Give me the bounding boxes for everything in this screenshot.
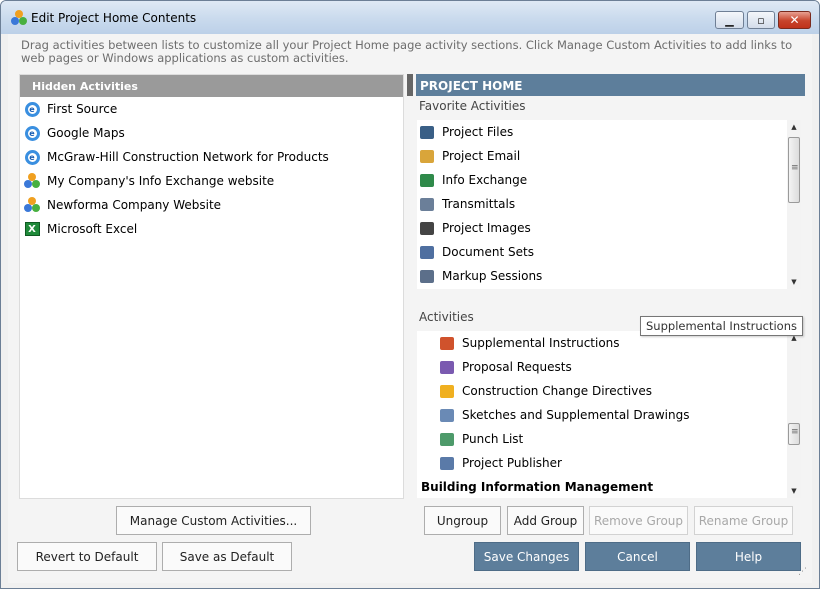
list-item-label: Punch List	[462, 432, 524, 446]
hidden-activity-item[interactable]: e McGraw-Hill Construction Network for Pr…	[20, 145, 403, 169]
excel-icon: X	[24, 221, 40, 237]
newforma-logo-icon	[24, 197, 40, 213]
minimize-icon: ▁	[725, 13, 734, 27]
resize-grip-icon[interactable]: ⋰	[798, 568, 810, 581]
activities-label: Activities	[419, 310, 474, 324]
hidden-activity-item[interactable]: Newforma Company Website	[20, 193, 403, 217]
hidden-activities-header: Hidden Activities	[20, 75, 403, 97]
newforma-logo-icon	[24, 173, 40, 189]
panel-splitter[interactable]	[407, 74, 413, 96]
folder-icon	[419, 124, 435, 140]
help-button[interactable]: Help	[696, 542, 801, 571]
supplemental-instructions-icon	[439, 335, 455, 351]
activity-item[interactable]: Sketches and Supplemental Drawings	[417, 403, 801, 427]
sketches-icon	[439, 407, 455, 423]
scroll-thumb[interactable]	[788, 423, 800, 445]
hidden-activity-item[interactable]: e First Source	[20, 97, 403, 121]
manage-custom-activities-button[interactable]: Manage Custom Activities...	[116, 506, 311, 535]
camera-icon	[419, 220, 435, 236]
favorite-activity-item[interactable]: Transmittals	[417, 192, 801, 216]
list-item-label: First Source	[47, 102, 118, 116]
dialog-content: Drag activities between lists to customi…	[8, 34, 812, 583]
list-item-label: Sketches and Supplemental Drawings	[462, 408, 690, 422]
favorite-activity-item[interactable]: Markup Sessions	[417, 264, 801, 288]
maximize-button[interactable]: ▫	[747, 11, 775, 29]
list-item-label: Transmittals	[442, 197, 516, 211]
activity-item[interactable]: Construction Change Directives	[417, 379, 801, 403]
favorite-activity-item[interactable]: Info Exchange	[417, 168, 801, 192]
internet-explorer-icon: e	[24, 149, 40, 165]
list-item-label: Project Files	[442, 125, 514, 139]
add-group-button[interactable]: Add Group	[507, 506, 584, 535]
close-button[interactable]: ✕	[778, 11, 811, 29]
minimize-button[interactable]: ▁	[715, 11, 744, 29]
publisher-icon	[439, 455, 455, 471]
hidden-activities-panel[interactable]: Hidden Activities e First Source e Google M…	[19, 74, 404, 499]
save-changes-button[interactable]: Save Changes	[474, 542, 579, 571]
favorite-activity-item[interactable]: Document Sets	[417, 240, 801, 264]
list-item-label: Project Images	[442, 221, 531, 235]
favorites-scrollbar[interactable]: ▲ ▼	[787, 120, 801, 289]
list-item-label: Google Maps	[47, 126, 125, 140]
list-item-label: Markup Sessions	[442, 269, 543, 283]
project-home-header: PROJECT HOME	[416, 74, 805, 96]
document-sets-icon	[419, 244, 435, 260]
save-as-default-button[interactable]: Save as Default	[162, 542, 292, 571]
cancel-button[interactable]: Cancel	[585, 542, 690, 571]
favorite-activities-label: Favorite Activities	[419, 99, 526, 113]
tooltip: Supplemental Instructions	[640, 316, 803, 336]
hard-hat-icon	[439, 383, 455, 399]
scroll-down-icon[interactable]: ▼	[787, 275, 801, 289]
hidden-activity-item[interactable]: My Company's Info Exchange website	[20, 169, 403, 193]
activities-list[interactable]: Supplemental Instructions Proposal Reques…	[417, 331, 801, 498]
group-heading-bim[interactable]: Building Information Management	[417, 475, 801, 498]
list-item-label: McGraw-Hill Construction Network for Pro…	[47, 150, 329, 164]
list-item-label: Project Publisher	[462, 456, 562, 470]
activity-item[interactable]: Proposal Requests	[417, 355, 801, 379]
title-bar[interactable]: Edit Project Home Contents ▁ ▫ ✕	[1, 1, 819, 34]
window-title: Edit Project Home Contents	[31, 11, 197, 25]
punch-list-icon	[439, 431, 455, 447]
favorite-activity-item[interactable]: Project Images	[417, 216, 801, 240]
scroll-up-icon[interactable]: ▲	[787, 120, 801, 134]
remove-group-button[interactable]: Remove Group	[589, 506, 688, 535]
hidden-activity-item[interactable]: X Microsoft Excel	[20, 217, 403, 241]
hidden-activities-list: e First Source e Google Maps e McGraw-Hill Co…	[20, 97, 403, 241]
activities-scrollbar[interactable]: ▲ ▼	[787, 331, 801, 498]
activity-item[interactable]: Project Publisher	[417, 451, 801, 475]
list-item-label: Microsoft Excel	[47, 222, 138, 236]
list-item-label: My Company's Info Exchange website	[47, 174, 275, 188]
list-item-label: Supplemental Instructions	[462, 336, 620, 350]
close-icon: ✕	[789, 13, 800, 27]
hidden-activity-item[interactable]: e Google Maps	[20, 121, 403, 145]
proposal-requests-icon	[439, 359, 455, 375]
email-icon	[419, 148, 435, 164]
list-item-label: Document Sets	[442, 245, 534, 259]
favorite-activity-item[interactable]: Project Files	[417, 120, 801, 144]
transmittal-icon	[419, 196, 435, 212]
internet-explorer-icon: e	[24, 125, 40, 141]
favorite-activities-list[interactable]: Project Files Project Email Info Exchange T…	[417, 120, 801, 289]
list-item-label: Newforma Company Website	[47, 198, 222, 212]
list-item-label: Info Exchange	[442, 173, 528, 187]
revert-to-default-button[interactable]: Revert to Default	[17, 542, 157, 571]
satellite-icon	[419, 172, 435, 188]
markup-icon	[419, 268, 435, 284]
favorite-activity-item[interactable]: Project Email	[417, 144, 801, 168]
list-item-label: Project Email	[442, 149, 521, 163]
scroll-thumb[interactable]	[788, 137, 800, 203]
ungroup-button[interactable]: Ungroup	[424, 506, 501, 535]
list-item-label: Construction Change Directives	[462, 384, 652, 398]
maximize-icon: ▫	[757, 13, 765, 27]
scroll-down-icon[interactable]: ▼	[787, 484, 801, 498]
internet-explorer-icon: e	[24, 101, 40, 117]
instructions-text: Drag activities between lists to customi…	[21, 38, 793, 65]
dialog-window: Edit Project Home Contents ▁ ▫ ✕ Drag ac…	[0, 0, 820, 589]
rename-group-button[interactable]: Rename Group	[694, 506, 793, 535]
list-item-label: Proposal Requests	[462, 360, 572, 374]
activity-item[interactable]: Punch List	[417, 427, 801, 451]
